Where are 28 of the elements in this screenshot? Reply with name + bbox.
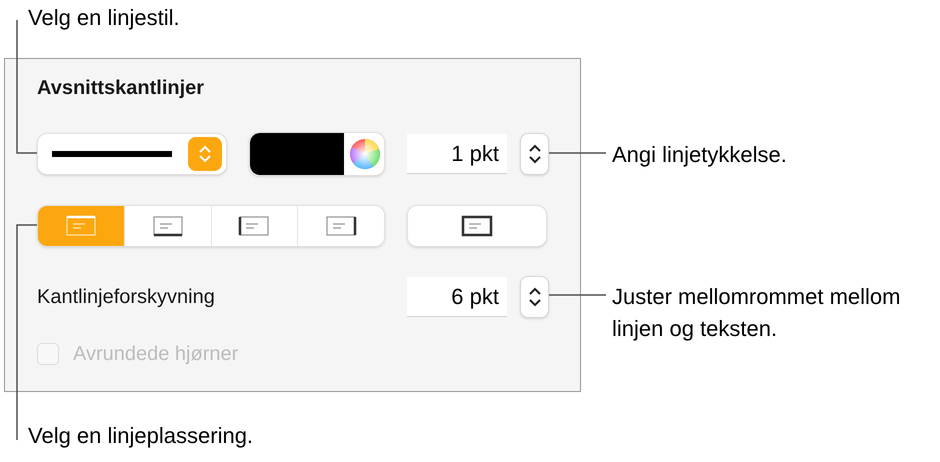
callout-text: Juster mellomrommet mellom linjen og teksten.	[612, 283, 902, 343]
chevron-up-icon	[528, 287, 542, 296]
leader-line	[549, 152, 606, 154]
leader-line	[549, 294, 606, 296]
border-placement-segment[interactable]	[407, 205, 547, 247]
line-sample-icon	[52, 151, 172, 157]
stepper[interactable]	[520, 133, 549, 175]
callout-text: Angi linjetykkelse.	[612, 141, 787, 169]
chevron-down-icon	[528, 155, 542, 164]
chevron-up-icon	[528, 144, 542, 153]
number-field[interactable]: 6 pkt	[407, 277, 507, 317]
border-icon	[461, 214, 493, 238]
chevron-down-icon	[528, 298, 542, 307]
color-wheel-icon	[349, 138, 381, 170]
callout-text: Velg en linjeplassering.	[28, 422, 254, 450]
border-icon	[325, 214, 358, 238]
color-well[interactable]	[249, 132, 385, 176]
stepper[interactable]	[520, 276, 549, 318]
border-icon	[64, 214, 97, 238]
section-title: Avsnittskantlinjer	[37, 76, 206, 101]
popup-arrows-icon	[188, 137, 222, 171]
line-style-popup[interactable]	[37, 133, 227, 175]
number-field[interactable]: 1 pkt	[407, 134, 507, 174]
border-icon	[152, 214, 184, 238]
border-icon	[238, 214, 270, 238]
callout-text: Velg en linjestil.	[28, 4, 180, 32]
checkbox-label: Avrundede hjørner	[73, 342, 238, 367]
offset-label: Kantlinjeforskyvning	[37, 285, 216, 310]
